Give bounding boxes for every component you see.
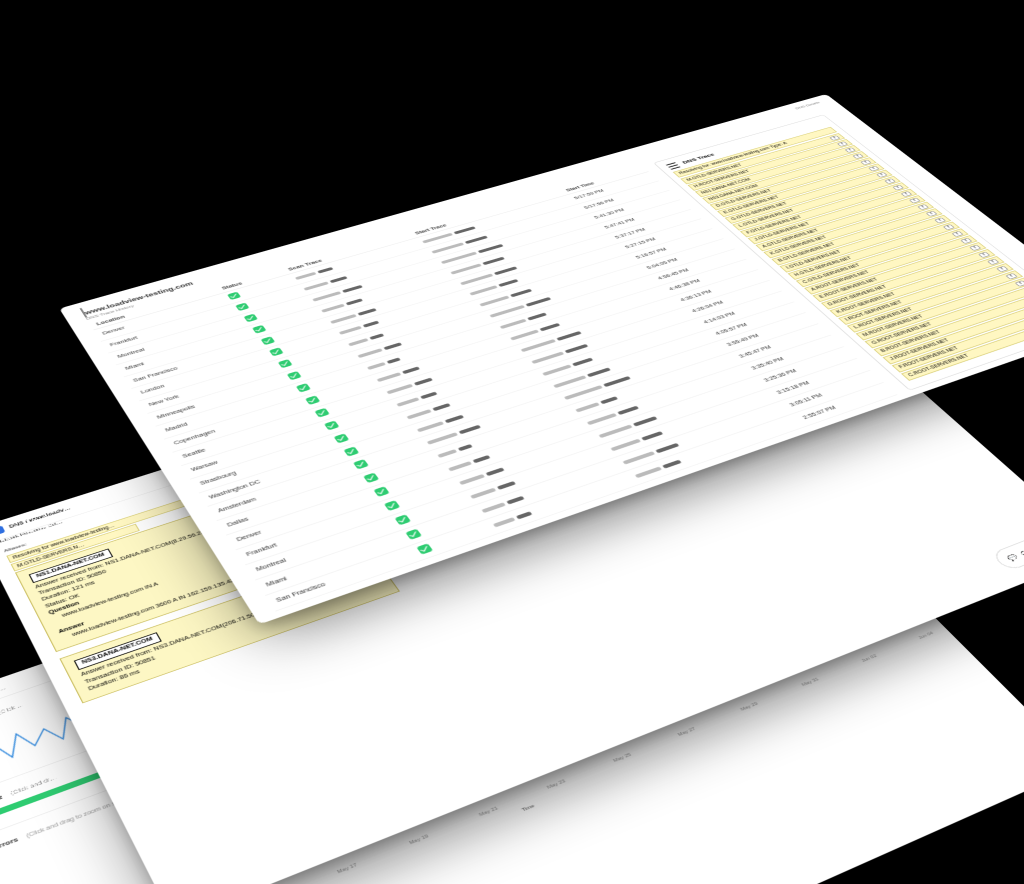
status-ok-icon bbox=[384, 500, 400, 511]
status-ok-icon bbox=[394, 514, 411, 525]
status-ok-icon bbox=[227, 292, 241, 300]
status-ok-icon bbox=[405, 529, 422, 540]
status-ok-icon bbox=[243, 314, 257, 323]
status-ok-icon bbox=[277, 359, 292, 368]
status-ok-icon bbox=[286, 371, 301, 380]
section-title-errors: Errors bbox=[0, 836, 19, 852]
status-ok-icon bbox=[305, 395, 320, 405]
status-ok-icon bbox=[323, 421, 339, 431]
status-ok-icon bbox=[416, 543, 433, 554]
ns-chip[interactable]: NS3.DANA-NET.COM bbox=[74, 633, 162, 671]
status-ok-icon bbox=[295, 383, 310, 392]
status-ok-icon bbox=[269, 348, 284, 357]
status-ok-icon bbox=[353, 459, 369, 469]
chat-button[interactable]: 💬 Chat bbox=[990, 528, 1024, 571]
dns-icon bbox=[0, 525, 5, 536]
status-ok-icon bbox=[235, 303, 249, 311]
trace-section-label: DNS Details bbox=[795, 101, 821, 110]
status-ok-icon bbox=[252, 325, 267, 334]
status-ok-icon bbox=[314, 408, 329, 418]
status-ok-icon bbox=[260, 336, 275, 345]
status-ok-icon bbox=[333, 433, 349, 443]
chat-icon: 💬 bbox=[1006, 553, 1020, 561]
status-ok-icon bbox=[363, 473, 379, 483]
status-ok-icon bbox=[343, 446, 359, 456]
status-ok-icon bbox=[373, 487, 389, 498]
